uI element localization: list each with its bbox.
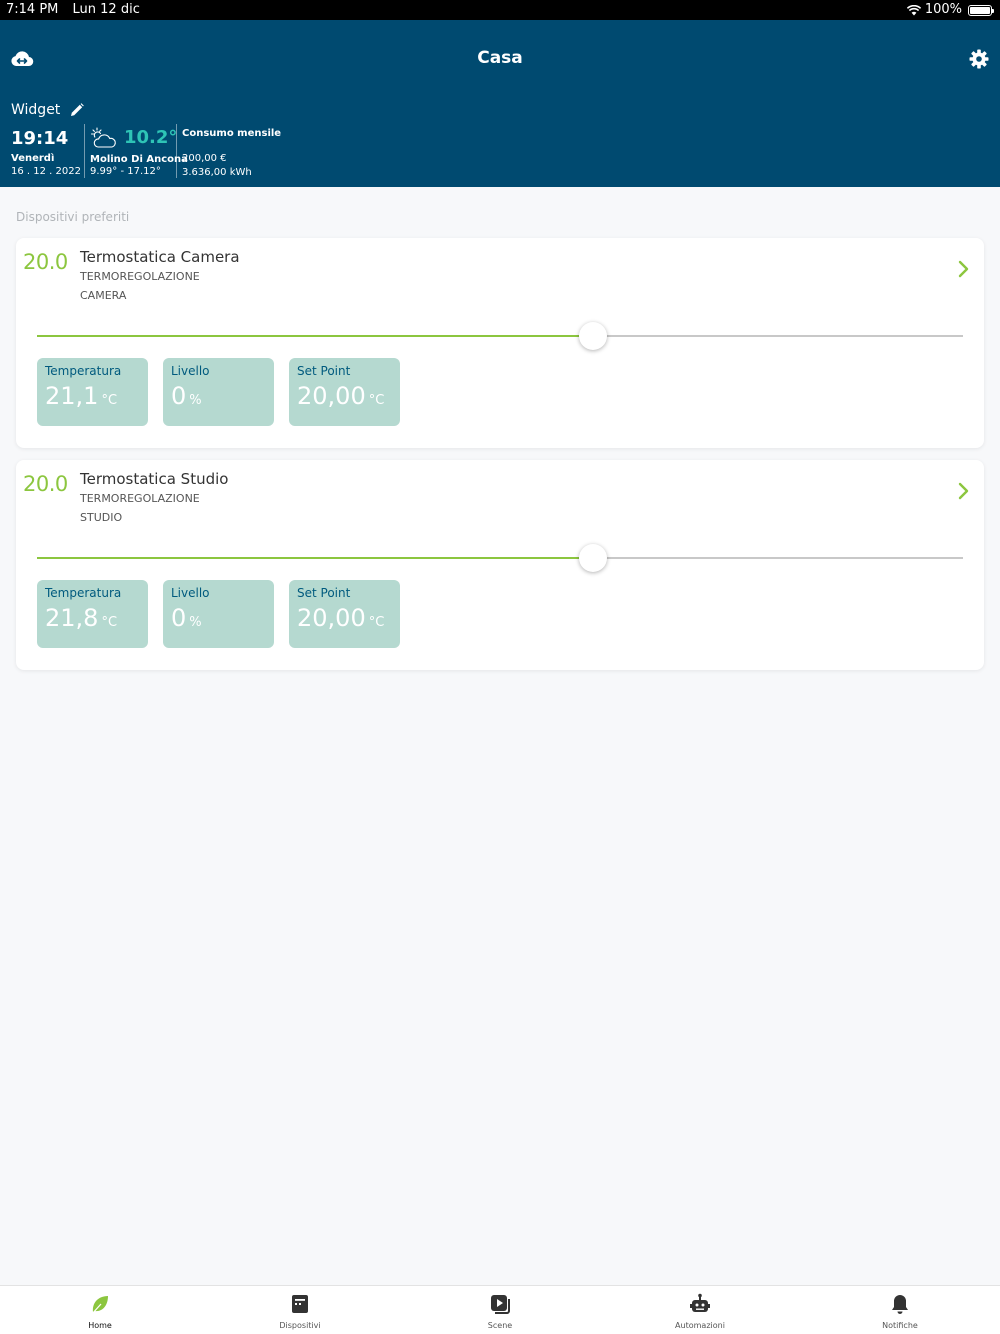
status-bar: 7:14 PM Lun 12 dic 100% [0,0,1000,20]
chevron-right-icon[interactable] [956,482,970,500]
header: Casa Widget 19:14 Venerdì 16 . 12 . 2022 [0,20,1000,187]
tab-automazioni[interactable]: Automazioni [600,1286,800,1334]
tab-scene[interactable]: Scene [400,1286,600,1334]
device-icon [292,1295,308,1313]
slider-fill [37,335,593,337]
level-tile: Livello 0% [163,580,274,648]
leaf-icon [91,1296,108,1315]
tab-home[interactable]: Home [0,1286,200,1334]
bell-icon [892,1295,908,1314]
widget-date: 16 . 12 . 2022 [11,166,81,177]
page-title: Casa [477,48,523,68]
widget-day: Venerdì [11,153,55,164]
device-category: TERMOREGOLAZIONE [80,492,200,505]
tile-label: Set Point [297,586,351,600]
device-room: STUDIO [80,511,123,524]
status-date: Lun 12 dic [72,2,140,17]
device-name: Termostatica Studio [80,470,229,488]
tile-value: 20,00 °C [297,382,385,410]
consumption-energy: 3.636,00 kWh [182,167,252,178]
setpoint-tile: Set Point 20,00 °C [289,358,400,426]
tile-label: Set Point [297,364,351,378]
tile-label: Livello [171,364,210,378]
device-category: TERMOREGOLAZIONE [80,270,200,283]
weather-city: Molino Di Ancona [90,154,188,165]
partly-cloudy-night-icon [90,127,116,148]
setpoint-slider[interactable] [37,544,963,572]
chevron-right-icon[interactable] [956,260,970,278]
temperature-tile: Temperatura 21,8 °C [37,580,148,648]
widget-divider [176,124,177,178]
setpoint-tile: Set Point 20,00 °C [289,580,400,648]
device-card[interactable]: 20.0 Termostatica Studio TERMOREGOLAZION… [16,460,984,670]
robot-icon [690,1293,710,1312]
tile-value: 0% [171,382,202,410]
device-card[interactable]: 20.0 Termostatica Camera TERMOREGOLAZION… [16,238,984,448]
tile-value: 21,8 °C [45,604,118,632]
pencil-icon[interactable] [70,103,85,117]
favorites-title: Dispositivi preferiti [16,210,130,224]
tile-label: Livello [171,586,210,600]
slider-thumb[interactable] [578,322,607,350]
battery-icon [968,4,994,16]
tab-dispositivi[interactable]: Dispositivi [200,1286,400,1334]
consumption-money: 200,00 € [182,153,227,164]
slider-fill [37,557,593,559]
level-tile: Livello 0% [163,358,274,426]
weather-range: 9.99° - 17.12° [90,166,161,177]
gear-icon[interactable] [969,49,989,69]
tile-label: Temperatura [45,364,122,378]
tile-value: 21,1 °C [45,382,118,410]
temperature-tile: Temperatura 21,1 °C [37,358,148,426]
tile-value: 0% [171,604,202,632]
widget-header: Widget [11,102,85,118]
wifi-icon [906,4,921,15]
tile-value: 20,00 °C [297,604,385,632]
weather-temperature: 10.2° [124,127,178,148]
setpoint-slider[interactable] [37,322,963,350]
tab-notifiche[interactable]: Notifiche [800,1286,1000,1334]
slider-thumb[interactable] [578,544,607,572]
widget-label: Widget [11,102,61,118]
scene-play-icon [491,1295,510,1314]
consumption-title: Consumo mensile [182,128,282,139]
device-value: 20.0 [23,472,68,496]
tile-label: Temperatura [45,586,122,600]
tab-bar: Home Dispositivi Scene Automazioni Notif… [0,1285,1000,1334]
device-name: Termostatica Camera [80,248,240,266]
status-time: 7:14 PM [6,2,59,17]
widget-time: 19:14 [11,128,69,149]
widget-divider [84,124,85,178]
device-room: CAMERA [80,289,127,302]
battery-percent: 100% [924,2,962,17]
device-value: 20.0 [23,250,68,274]
